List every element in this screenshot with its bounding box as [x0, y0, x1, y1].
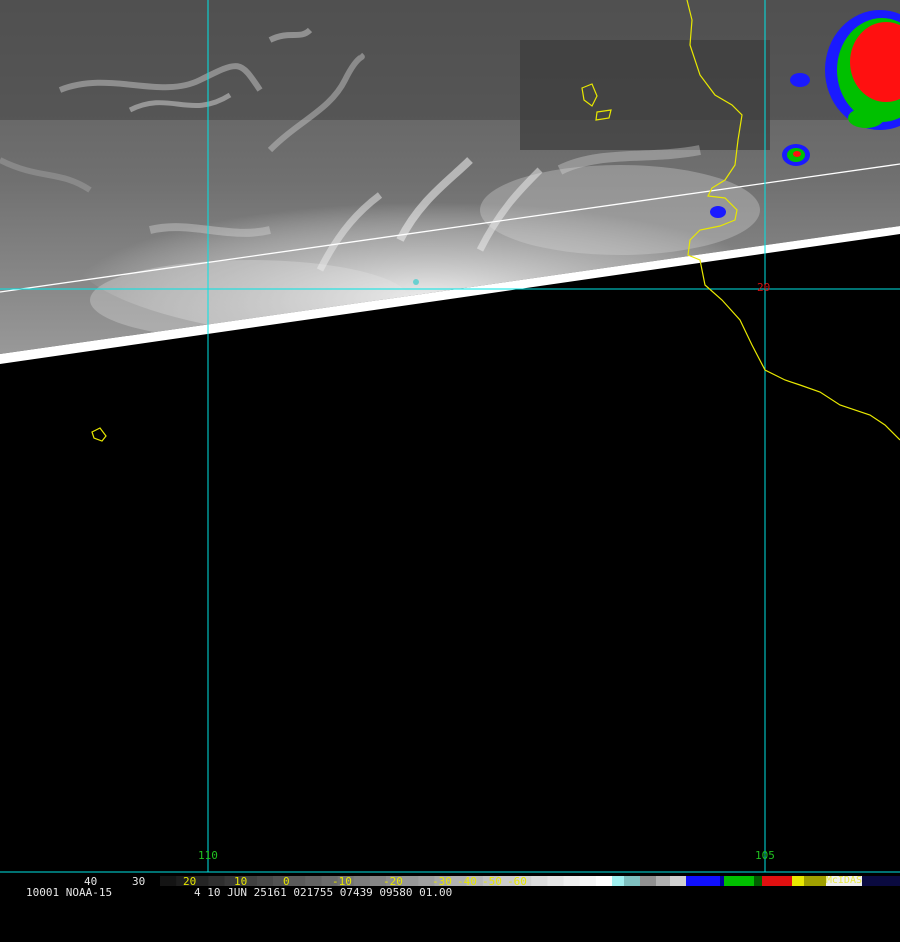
image-header-bar: 10001 NOAA-15 4 10 JUN 25161 021755 0743… — [0, 875, 900, 900]
satellite-image-viewer: 110 105 20 40 30 20 10 0 -10 -20 -30 -40… — [0, 0, 900, 900]
color-bar-segment — [579, 876, 597, 886]
color-bar-segment — [862, 876, 900, 886]
color-bar-segment — [289, 876, 306, 886]
color-bar-segment — [208, 876, 226, 886]
satellite-id: 10001 NOAA-15 — [26, 886, 113, 899]
color-bar-segment — [402, 876, 419, 886]
color-bar-segment — [563, 876, 581, 886]
lat-20-label: 20 — [757, 281, 770, 294]
color-bar-segment — [804, 876, 826, 886]
color-bar-segment — [547, 876, 565, 886]
satellite-image: 110 105 20 40 30 20 10 0 -10 -20 -30 -40… — [0, 0, 900, 900]
lon-105-label: 105 — [755, 849, 775, 862]
color-bar-segment — [256, 876, 274, 886]
temperature-color-bar — [160, 876, 900, 886]
color-bar-segment — [720, 876, 724, 886]
color-bar-segment — [656, 876, 670, 886]
image-timestamp: 4 10 JUN 25161 021755 07439 09580 01.00 — [194, 886, 453, 899]
color-bar-segment — [595, 876, 613, 886]
color-bar-segment — [305, 876, 322, 886]
color-bar-segment — [640, 876, 656, 886]
color-bar-segment — [686, 876, 720, 886]
color-bar-segment — [754, 876, 762, 886]
color-bar-segment — [724, 876, 754, 886]
color-bar-segment — [612, 876, 624, 886]
color-bar-segment — [670, 876, 686, 886]
mcidas-logo: McIDAS — [825, 875, 862, 886]
color-bar-segment — [762, 876, 792, 886]
color-bar-segment — [792, 876, 804, 886]
color-bar-segment — [624, 876, 640, 886]
color-bar-segment — [160, 876, 177, 886]
color-bar-segment — [531, 876, 548, 886]
lon-110-label: 110 — [198, 849, 218, 862]
color-bar-segment — [353, 876, 371, 886]
